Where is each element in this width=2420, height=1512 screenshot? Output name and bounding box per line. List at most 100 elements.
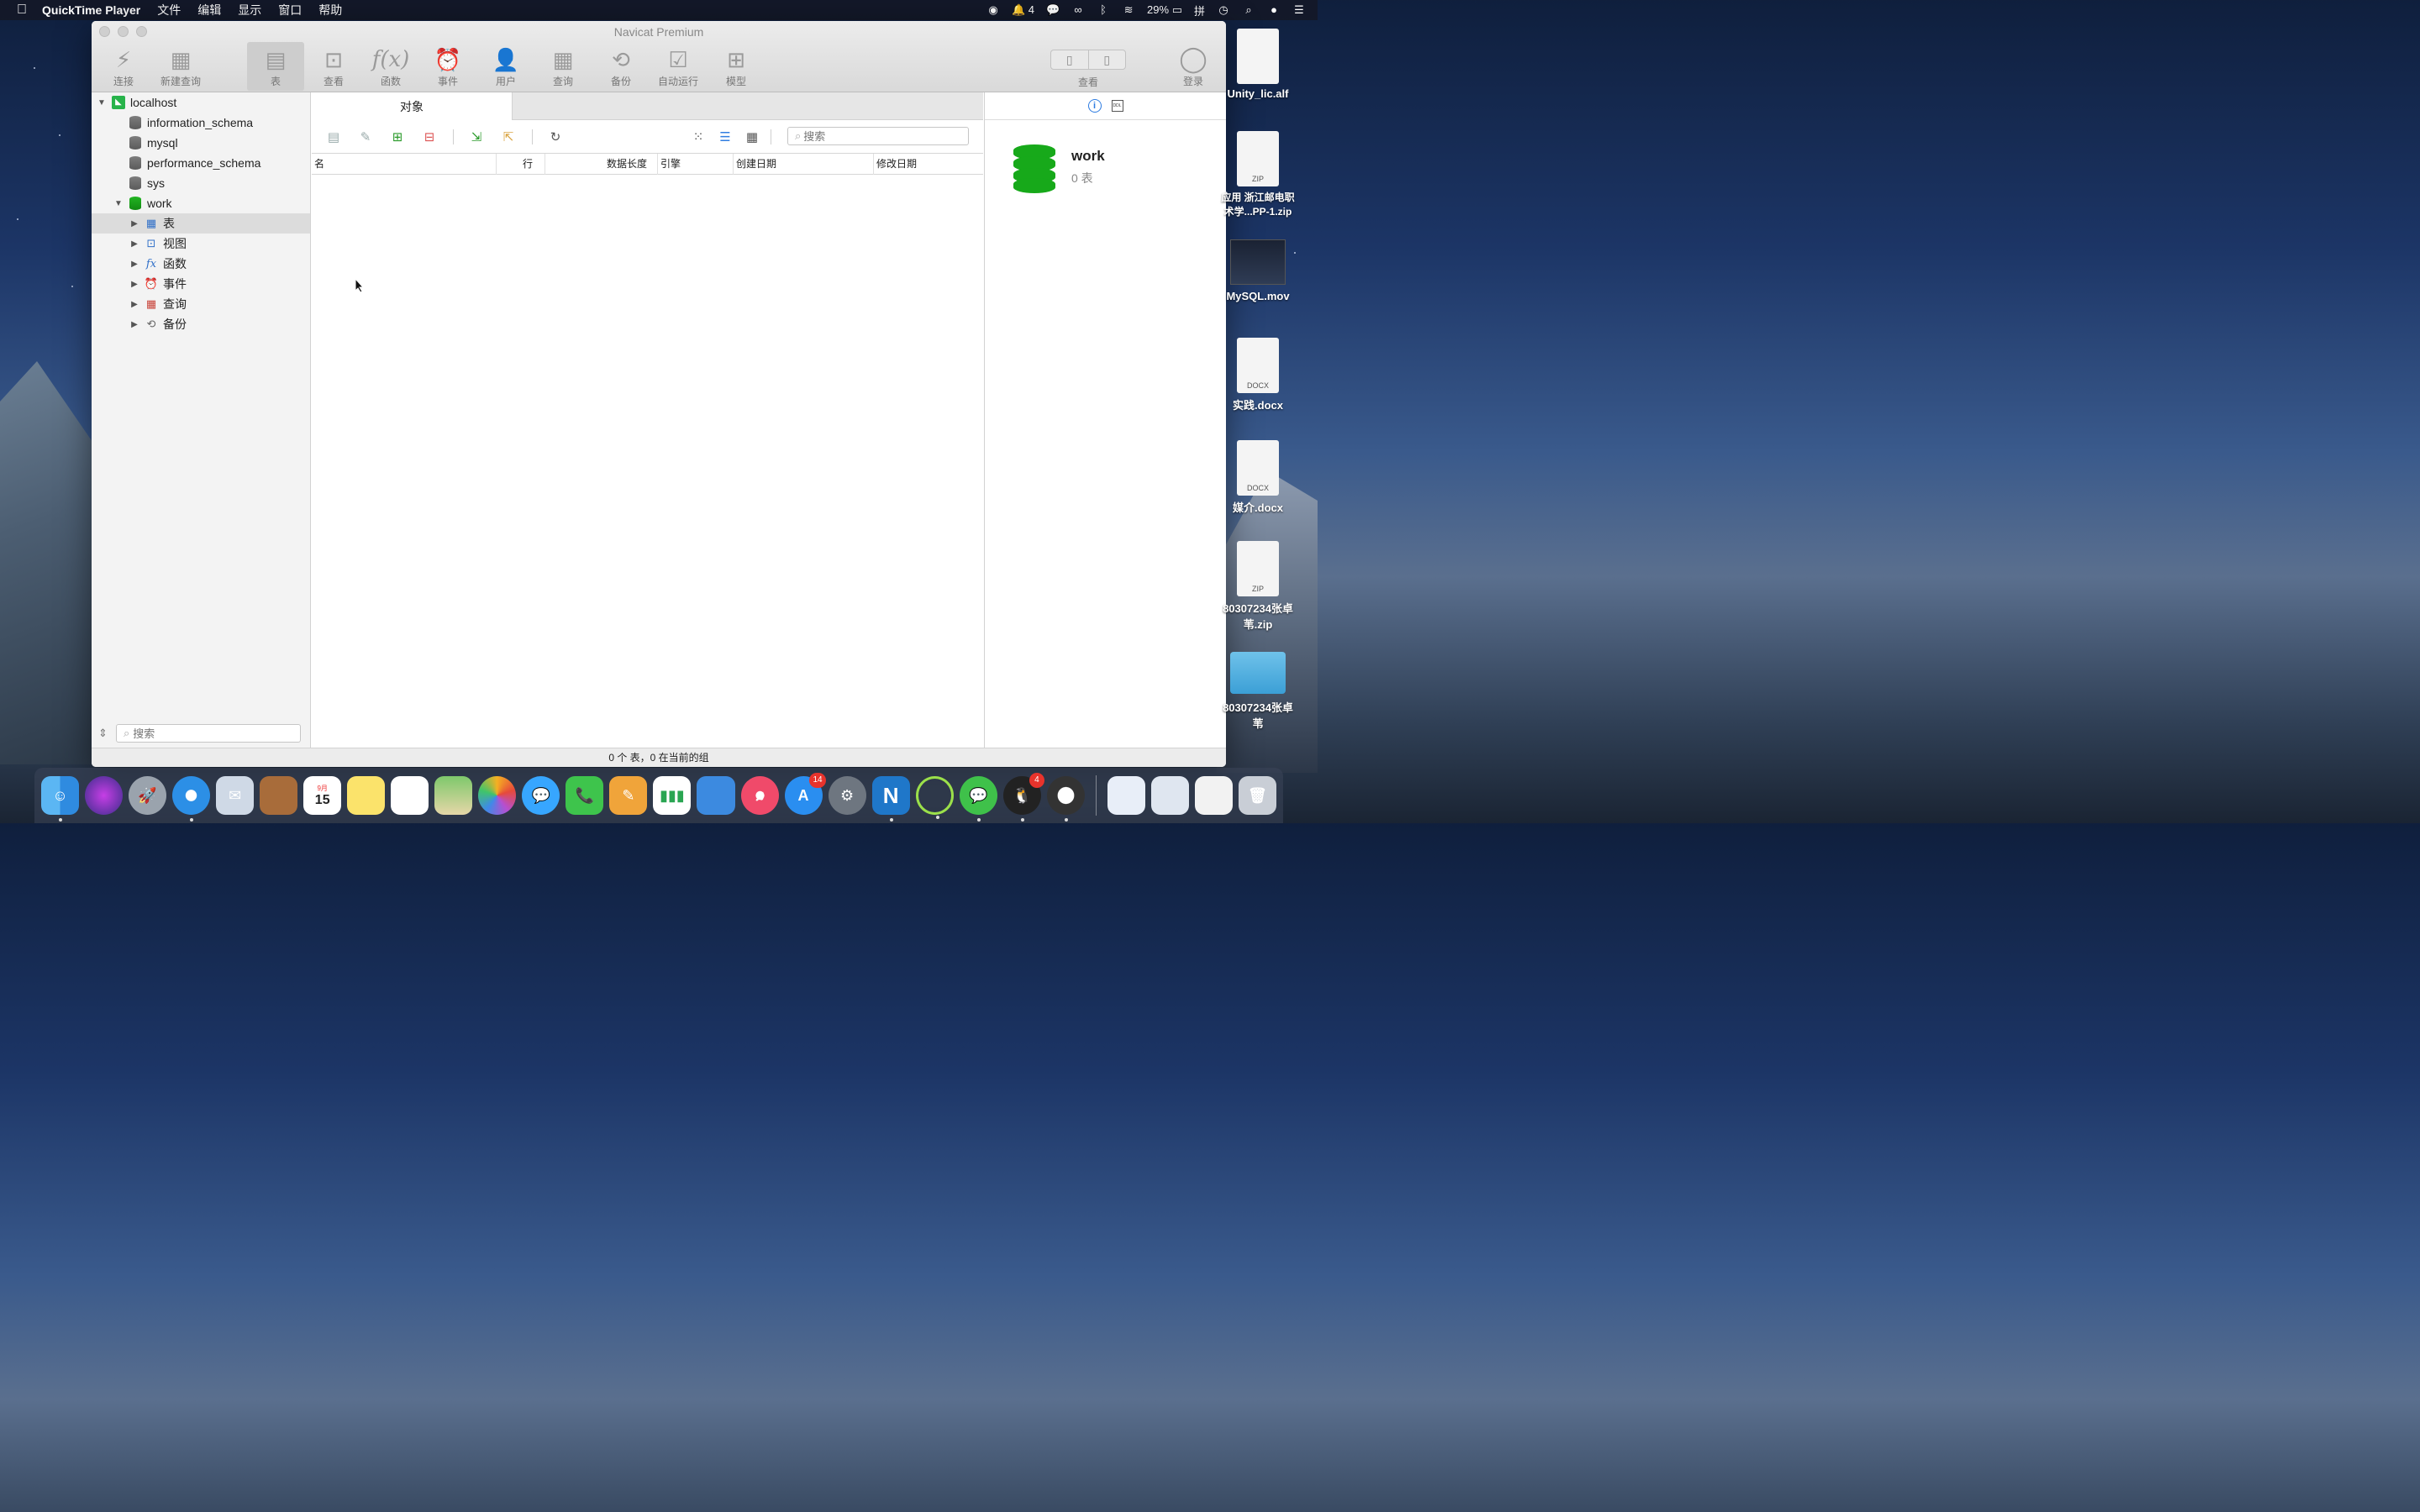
design-table-icon[interactable]: ✎ bbox=[357, 129, 374, 146]
notification-status[interactable]: 🔔 4 bbox=[1012, 3, 1034, 17]
list-view-icon[interactable]: ☰ bbox=[717, 129, 734, 146]
spotlight-search-icon[interactable]: ⌕ bbox=[1242, 4, 1255, 16]
expand-arrow-icon[interactable]: ▼ bbox=[97, 98, 107, 108]
desktop-file[interactable]: ZIP 应用 浙江邮电职 术学...PP-1.zip bbox=[1212, 131, 1304, 218]
new-table-icon[interactable]: ⊞ bbox=[389, 129, 406, 146]
keynote-icon[interactable] bbox=[697, 776, 735, 815]
expand-arrow-icon[interactable]: ▼ bbox=[113, 199, 124, 208]
bluetooth-icon[interactable]: ᛒ bbox=[1097, 4, 1110, 16]
launchpad-icon[interactable]: 🚀 bbox=[129, 776, 167, 815]
creative-cloud-icon[interactable]: ∞ bbox=[1071, 4, 1085, 16]
collapse-arrow-icon[interactable]: ▶ bbox=[129, 300, 139, 309]
mail-icon[interactable]: ✉ bbox=[216, 776, 255, 815]
collapse-arrow-icon[interactable]: ▶ bbox=[129, 320, 139, 329]
downloads-stack-icon[interactable] bbox=[1194, 776, 1233, 815]
maps-icon[interactable] bbox=[434, 776, 473, 815]
menu-window[interactable]: 窗口 bbox=[278, 2, 302, 18]
import-wizard-icon[interactable]: ⇲ bbox=[468, 129, 485, 146]
tree-item-queries[interactable]: ▶ ▦ 查询 bbox=[92, 294, 310, 314]
navicat-document-icon[interactable] bbox=[1150, 776, 1189, 815]
app-store-icon[interactable]: A 14 bbox=[784, 773, 826, 815]
desktop-file[interactable]: DOCX 媒介.docx bbox=[1212, 440, 1304, 515]
sidebar-search-input[interactable] bbox=[133, 727, 276, 740]
collapse-arrow-icon[interactable]: ▶ bbox=[129, 239, 139, 249]
tree-item-database[interactable]: information_schema bbox=[92, 113, 310, 133]
menu-view[interactable]: 显示 bbox=[238, 2, 261, 18]
menu-file[interactable]: 文件 bbox=[157, 2, 181, 18]
tree-item-database[interactable]: performance_schema bbox=[92, 153, 310, 173]
notification-center-icon[interactable]: ☰ bbox=[1292, 4, 1306, 16]
toolbar-automation-button[interactable]: ☑ 自动运行 bbox=[650, 42, 707, 91]
menu-edit[interactable]: 编辑 bbox=[197, 2, 221, 18]
desktop-file[interactable]: MySQL.mov bbox=[1212, 239, 1304, 302]
grid-view-icon[interactable]: ⁙ bbox=[690, 129, 707, 146]
refresh-icon[interactable]: ↻ bbox=[547, 129, 564, 146]
column-header-name[interactable]: 名 bbox=[312, 154, 497, 175]
apple-menu-icon[interactable]:  bbox=[17, 3, 34, 18]
finder-icon[interactable]: ☺ bbox=[41, 776, 80, 822]
tree-item-backups[interactable]: ▶ ⟲ 备份 bbox=[92, 314, 310, 334]
collapse-arrow-icon[interactable]: ▶ bbox=[129, 260, 139, 269]
export-wizard-icon[interactable]: ⇱ bbox=[500, 129, 517, 146]
tab-objects[interactable]: 对象 bbox=[312, 92, 513, 120]
system-preferences-icon[interactable]: ⚙ bbox=[828, 776, 866, 815]
desktop-file[interactable]: ZIP 80307234张卓 苇.zip bbox=[1212, 541, 1304, 632]
qq-icon[interactable]: 🐧 4 bbox=[1002, 773, 1044, 822]
column-header-engine[interactable]: 引擎 bbox=[658, 154, 734, 175]
toolbar-query-button[interactable]: ▦ 查询 bbox=[534, 42, 592, 91]
toolbar-backup-button[interactable]: ⟲ 备份 bbox=[592, 42, 650, 91]
column-header-created[interactable]: 创建日期 bbox=[734, 154, 874, 175]
column-header-rows[interactable]: 行 bbox=[497, 154, 545, 175]
toolbar-table-button[interactable]: ▤ 表 bbox=[247, 42, 304, 91]
itunes-icon[interactable]: ♫ bbox=[740, 776, 779, 815]
tree-item-database[interactable]: sys bbox=[92, 173, 310, 193]
battery-status[interactable]: 29% ▭ bbox=[1147, 3, 1182, 17]
menu-help[interactable]: 帮助 bbox=[318, 2, 342, 18]
tree-item-views[interactable]: ▶ ⊡ 视图 bbox=[92, 234, 310, 254]
documents-stack-icon[interactable] bbox=[1107, 776, 1145, 815]
wechat-icon[interactable]: 💬 bbox=[959, 776, 997, 822]
toolbar-event-button[interactable]: ⏰ 事件 bbox=[419, 42, 476, 91]
app-menu[interactable]: QuickTime Player bbox=[42, 3, 140, 17]
toggle-right-panel-button[interactable]: ▯ bbox=[1089, 50, 1126, 69]
wechat-status-icon[interactable]: 💬 bbox=[1046, 4, 1060, 16]
info-icon[interactable]: i bbox=[1087, 99, 1102, 113]
numbers-icon[interactable]: ▮▮▮ bbox=[653, 776, 692, 815]
tree-item-database[interactable]: mysql bbox=[92, 133, 310, 153]
sort-icon[interactable]: ⇕ bbox=[98, 727, 108, 740]
siri-icon[interactable]: ● bbox=[1267, 4, 1281, 16]
delete-table-icon[interactable]: ⊟ bbox=[421, 129, 438, 146]
desktop-folder[interactable]: 80307234张卓 苇 bbox=[1212, 652, 1304, 731]
safari-icon[interactable] bbox=[172, 776, 211, 822]
navicat-icon[interactable]: N bbox=[871, 776, 910, 822]
pages-icon[interactable]: ✎ bbox=[609, 776, 648, 815]
desktop-file[interactable]: Unity_lic.alf bbox=[1212, 29, 1304, 100]
input-method-indicator[interactable]: 拼 bbox=[1194, 3, 1205, 18]
reminders-icon[interactable] bbox=[391, 776, 429, 815]
facetime-icon[interactable]: 📞 bbox=[566, 776, 604, 815]
toolbar-connection-button[interactable]: ⚡ 连接 bbox=[95, 42, 152, 91]
wifi-icon[interactable]: ≋ bbox=[1122, 4, 1135, 16]
contacts-icon[interactable] bbox=[260, 776, 298, 815]
tree-item-localhost[interactable]: ▼ ◣ localhost bbox=[92, 92, 310, 113]
ddl-icon[interactable]: DDL bbox=[1111, 100, 1123, 112]
detail-view-icon[interactable]: ▦ bbox=[744, 129, 760, 146]
collapse-arrow-icon[interactable]: ▶ bbox=[129, 280, 139, 289]
toolbar-new-query-button[interactable]: ▦ 新建查询 bbox=[152, 42, 209, 91]
siri-icon[interactable] bbox=[85, 776, 124, 815]
photos-icon[interactable] bbox=[478, 776, 517, 815]
desktop-file[interactable]: DOCX 实践.docx bbox=[1212, 338, 1304, 412]
quicktime-icon[interactable] bbox=[1046, 776, 1085, 822]
toolbar-model-button[interactable]: ⊞ 模型 bbox=[708, 42, 765, 91]
toolbar-user-button[interactable]: 👤 用户 bbox=[477, 42, 534, 91]
tree-item-tables[interactable]: ▶ ▦ 表 bbox=[92, 213, 310, 234]
object-search-input[interactable] bbox=[803, 129, 955, 143]
column-header-modified[interactable]: 修改日期 bbox=[874, 154, 983, 175]
toggle-left-panel-button[interactable]: ▯ bbox=[1051, 50, 1089, 69]
tree-item-functions[interactable]: ▶ fx 函数 bbox=[92, 254, 310, 274]
messages-icon[interactable]: 💬 bbox=[522, 776, 560, 815]
clock-status-icon[interactable]: ◷ bbox=[1217, 4, 1230, 16]
calendar-icon[interactable]: 9月 15 bbox=[303, 776, 342, 815]
tree-item-database-work[interactable]: ▼ work bbox=[92, 193, 310, 213]
notes-icon[interactable] bbox=[347, 776, 386, 815]
